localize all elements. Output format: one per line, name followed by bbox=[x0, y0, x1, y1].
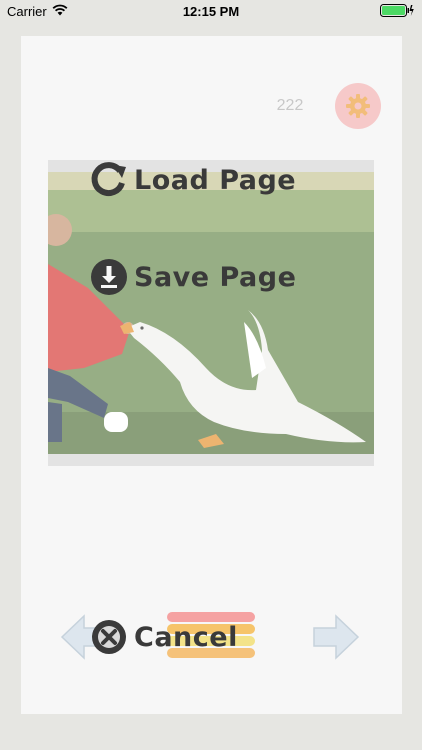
photo-dim-overlay bbox=[48, 160, 374, 466]
page-counter: 222 bbox=[276, 97, 304, 114]
status-bar: Carrier 12:15 PM bbox=[0, 0, 422, 22]
save-page-label: Save Page bbox=[134, 261, 297, 293]
cancel-label: Cancel bbox=[134, 621, 238, 653]
screen: Carrier 12:15 PM 222 Load Page Save Page… bbox=[0, 0, 422, 750]
page-photo-frame[interactable] bbox=[48, 160, 374, 466]
cancel-button[interactable]: Cancel bbox=[90, 618, 238, 656]
reload-icon bbox=[91, 162, 126, 197]
battery-icon bbox=[380, 4, 414, 17]
settings-button[interactable] bbox=[335, 83, 381, 129]
status-time: 12:15 PM bbox=[182, 4, 240, 19]
load-page-button[interactable]: Load Page bbox=[90, 161, 296, 199]
gear-icon bbox=[346, 94, 370, 118]
download-icon bbox=[91, 259, 127, 295]
load-page-label: Load Page bbox=[134, 164, 297, 196]
close-icon bbox=[92, 620, 126, 654]
save-page-button[interactable]: Save Page bbox=[90, 258, 296, 296]
arrow-right-icon[interactable] bbox=[312, 614, 360, 660]
